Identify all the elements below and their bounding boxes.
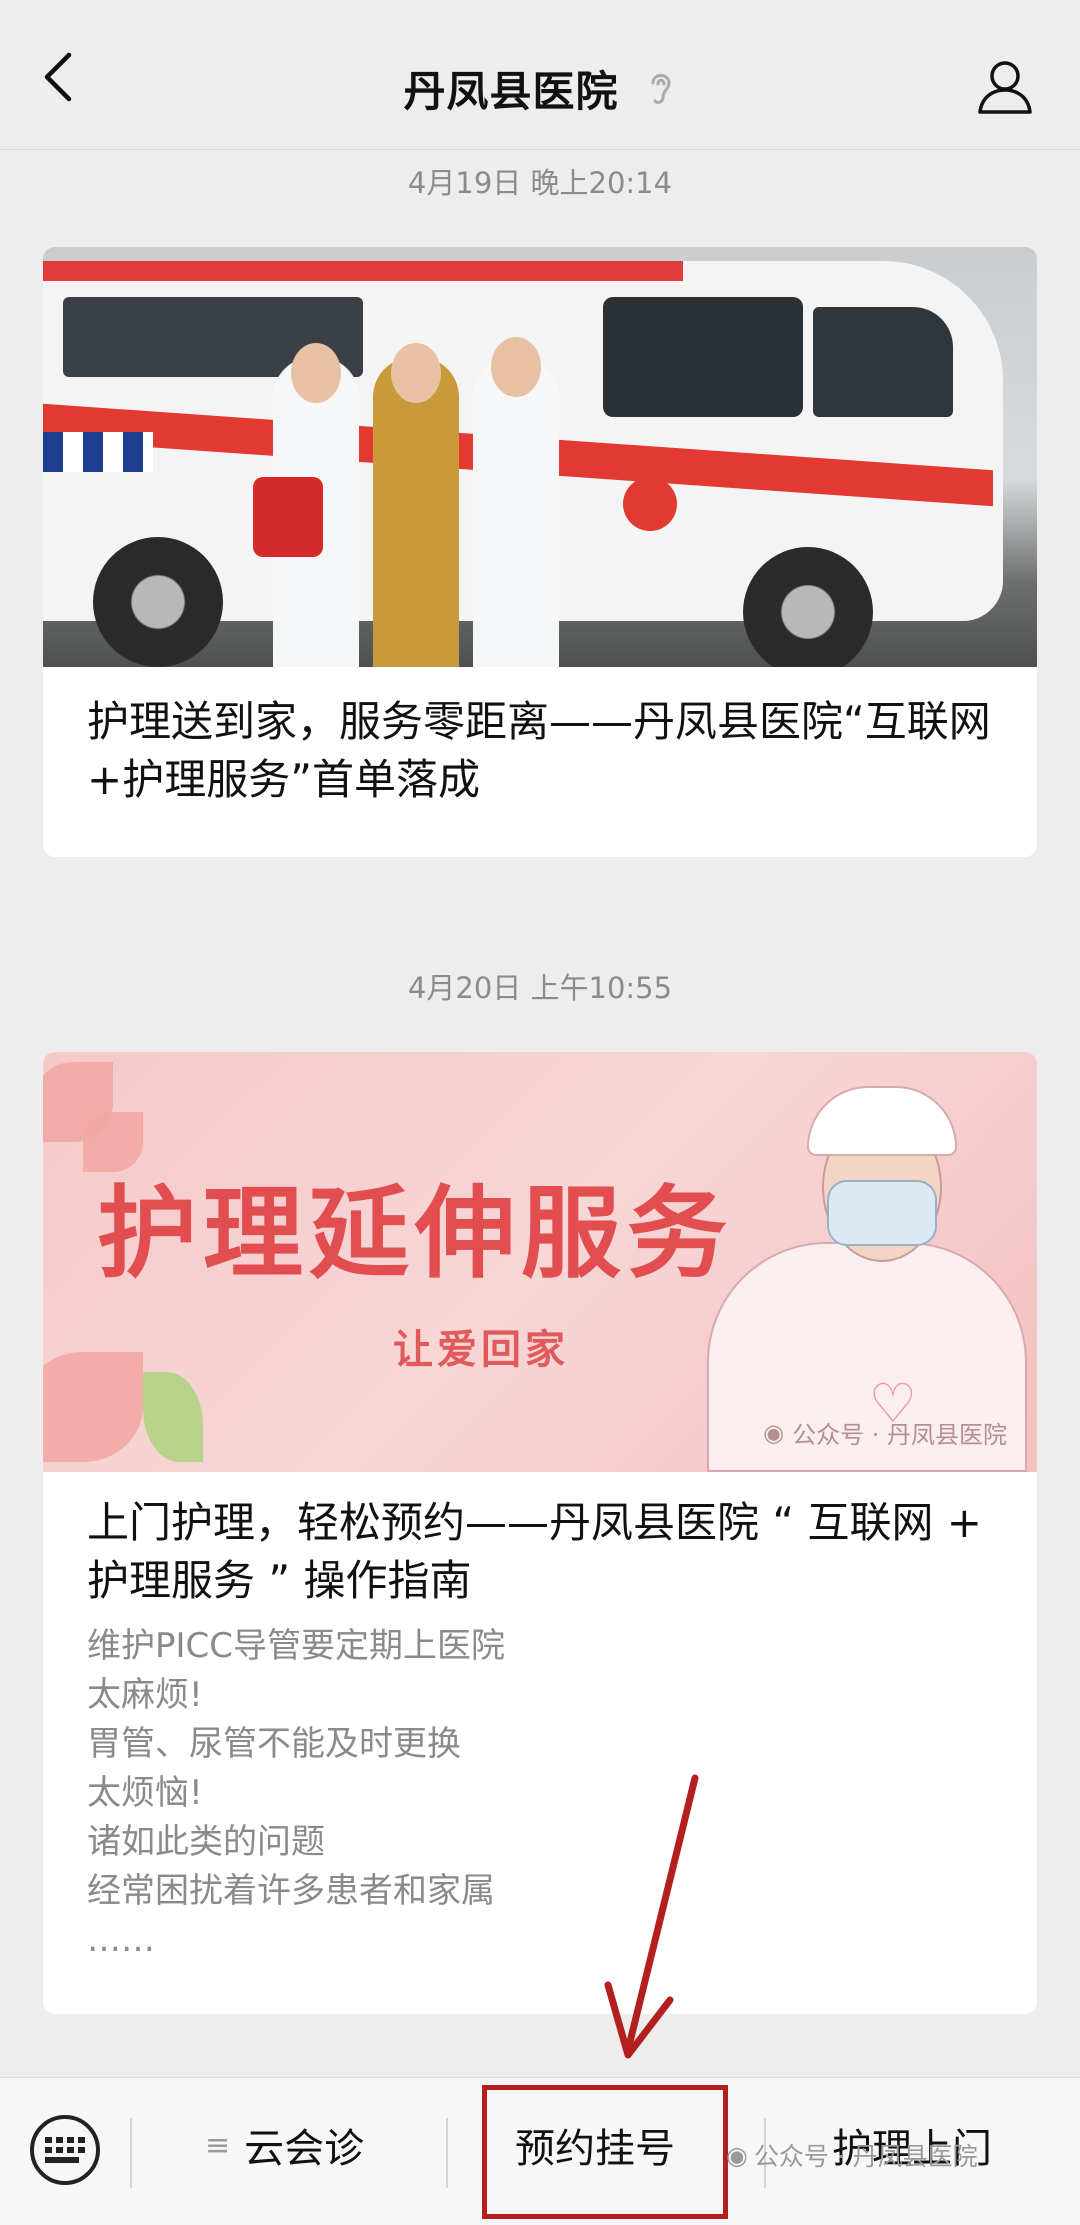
- annotation-arrow: [604, 1774, 699, 2059]
- article-title[interactable]: 护理送到家，服务零距离——丹凤县医院“互联网+护理服务”首单落成: [43, 693, 1037, 809]
- article-title[interactable]: 上门护理，轻松预约——丹凤县医院 “ 互联网 + 护理服务 ” 操作指南: [43, 1494, 1037, 1610]
- article-card[interactable]: 护理延伸服务 让爱回家 ♡ ◉ 公众号 · 丹凤县医院 上门护理，轻松预约——丹…: [43, 1052, 1037, 2014]
- wechat-icon: ◉: [763, 1418, 785, 1447]
- ambulance-windshield: [813, 307, 953, 417]
- desc-line: 太烦恼!: [87, 1773, 203, 1813]
- ear-icon[interactable]: [645, 67, 677, 111]
- medical-cross-icon: [623, 477, 677, 531]
- page-watermark: ◉ 公众号 · 丹凤县医院: [726, 2137, 978, 2173]
- desc-line: 胃管、尿管不能及时更换: [87, 1724, 461, 1764]
- medical-bag: [253, 477, 323, 557]
- profile-button[interactable]: [974, 56, 1036, 118]
- flower-decoration: [43, 1352, 143, 1462]
- desc-line: ……: [87, 1920, 155, 1960]
- nurse-figure: [473, 357, 559, 667]
- wheel: [93, 537, 223, 667]
- person-icon: [978, 61, 1032, 114]
- woman-figure: [373, 357, 459, 667]
- head: [491, 337, 541, 397]
- timestamp: 4月19日 晚上20:14: [407, 166, 673, 200]
- desc-line: 诸如此类的问题: [87, 1822, 325, 1862]
- page-title: 丹凤县医院: [403, 67, 619, 116]
- ambulance-checker-pattern: [43, 432, 153, 472]
- divider: [446, 2118, 448, 2188]
- menu-icon: ≡: [205, 2127, 231, 2163]
- face-mask: [827, 1180, 937, 1246]
- keyboard-icon[interactable]: [30, 2115, 100, 2185]
- watermark-text: 公众号 · 丹凤县医院: [753, 2142, 978, 2171]
- head: [391, 343, 441, 403]
- highlight-box: [482, 2085, 728, 2219]
- desc-line: 维护PICC导管要定期上医院: [87, 1626, 506, 1666]
- head: [291, 343, 341, 403]
- watermark-text: 公众号 · 丹凤县医院: [792, 1421, 1007, 1449]
- ambulance-window: [603, 297, 803, 417]
- menu-item-cloud-consult[interactable]: ≡ 云会诊: [205, 2116, 364, 2174]
- desc-line: 太麻烦!: [87, 1675, 203, 1715]
- leaf-decoration: [143, 1372, 203, 1462]
- article-description: 维护PICC导管要定期上医院 太麻烦! 胃管、尿管不能及时更换 太烦恼! 诸如此…: [43, 1622, 1037, 1965]
- timestamp: 4月20日 上午10:55: [407, 971, 673, 1005]
- chat-header: 丹凤县医院: [0, 0, 1080, 150]
- article-banner: 护理延伸服务 让爱回家 ♡ ◉ 公众号 · 丹凤县医院: [43, 1052, 1037, 1472]
- nurse-cap: [807, 1086, 957, 1156]
- menu-label: 云会诊: [244, 2126, 365, 2172]
- article-image: [43, 247, 1037, 667]
- banner-subline: 让爱回家: [393, 1327, 569, 1373]
- banner-headline: 护理延伸服务: [97, 1174, 733, 1292]
- article-card[interactable]: 护理送到家，服务零距离——丹凤县医院“互联网+护理服务”首单落成: [43, 247, 1037, 857]
- title-wrap: 丹凤县医院: [0, 58, 1080, 119]
- divider: [130, 2118, 132, 2188]
- desc-line: 经常困扰着许多患者和家属: [87, 1871, 495, 1911]
- banner-watermark: ◉ 公众号 · 丹凤县医院: [763, 1415, 1007, 1450]
- wheel: [743, 547, 873, 667]
- wechat-icon: ◉: [726, 2140, 748, 2170]
- ambulance-roof-stripe: [43, 261, 683, 281]
